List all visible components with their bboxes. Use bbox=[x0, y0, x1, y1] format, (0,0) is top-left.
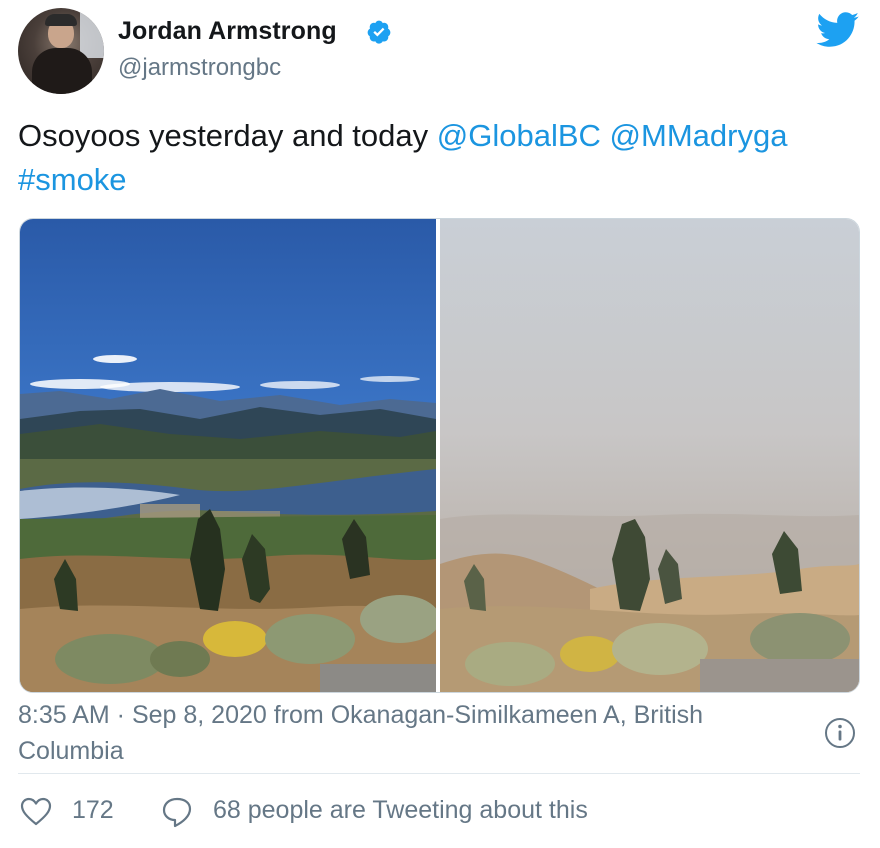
meta-separator: · bbox=[109, 701, 132, 729]
verified-icon bbox=[367, 20, 391, 44]
avatar[interactable] bbox=[18, 8, 104, 94]
photo-smoky-day[interactable] bbox=[440, 219, 859, 692]
avatar-cap bbox=[45, 14, 77, 26]
author-handle[interactable]: @jarmstrongbc bbox=[118, 54, 281, 82]
actions-divider bbox=[18, 773, 860, 774]
tweet-media[interactable] bbox=[19, 218, 860, 693]
hashtag-link-smoke[interactable]: #smoke bbox=[18, 162, 127, 197]
tweet-time[interactable]: 8:35 AM bbox=[18, 701, 110, 729]
smoke-haze-scene bbox=[440, 513, 859, 692]
clear-valley-scene bbox=[20, 355, 440, 692]
talk-link[interactable]: 68 people are Tweeting about this bbox=[213, 796, 588, 825]
reply-icon[interactable] bbox=[161, 796, 193, 828]
tweet-plain-text: Osoyoos yesterday and today bbox=[18, 118, 437, 153]
author-name[interactable]: Jordan Armstrong bbox=[118, 17, 337, 46]
mention-link-globalbc[interactable]: @GlobalBC bbox=[437, 118, 601, 153]
avatar-background bbox=[80, 8, 104, 58]
tweet-metadata: 8:35 AM · Sep 8, 2020 from Okanagan-Simi… bbox=[18, 697, 808, 769]
tweet-text: Osoyoos yesterday and today @GlobalBC @M… bbox=[18, 114, 868, 202]
twitter-logo-icon[interactable] bbox=[816, 12, 860, 48]
like-count[interactable]: 172 bbox=[72, 796, 114, 825]
mention-link-mmadryga[interactable]: @MMadryga bbox=[610, 118, 788, 153]
tweet-date[interactable]: Sep 8, 2020 bbox=[132, 701, 267, 729]
info-icon[interactable] bbox=[823, 716, 857, 750]
heart-icon[interactable] bbox=[20, 797, 52, 827]
photo-clear-day[interactable] bbox=[20, 219, 440, 692]
avatar-body bbox=[32, 48, 92, 94]
